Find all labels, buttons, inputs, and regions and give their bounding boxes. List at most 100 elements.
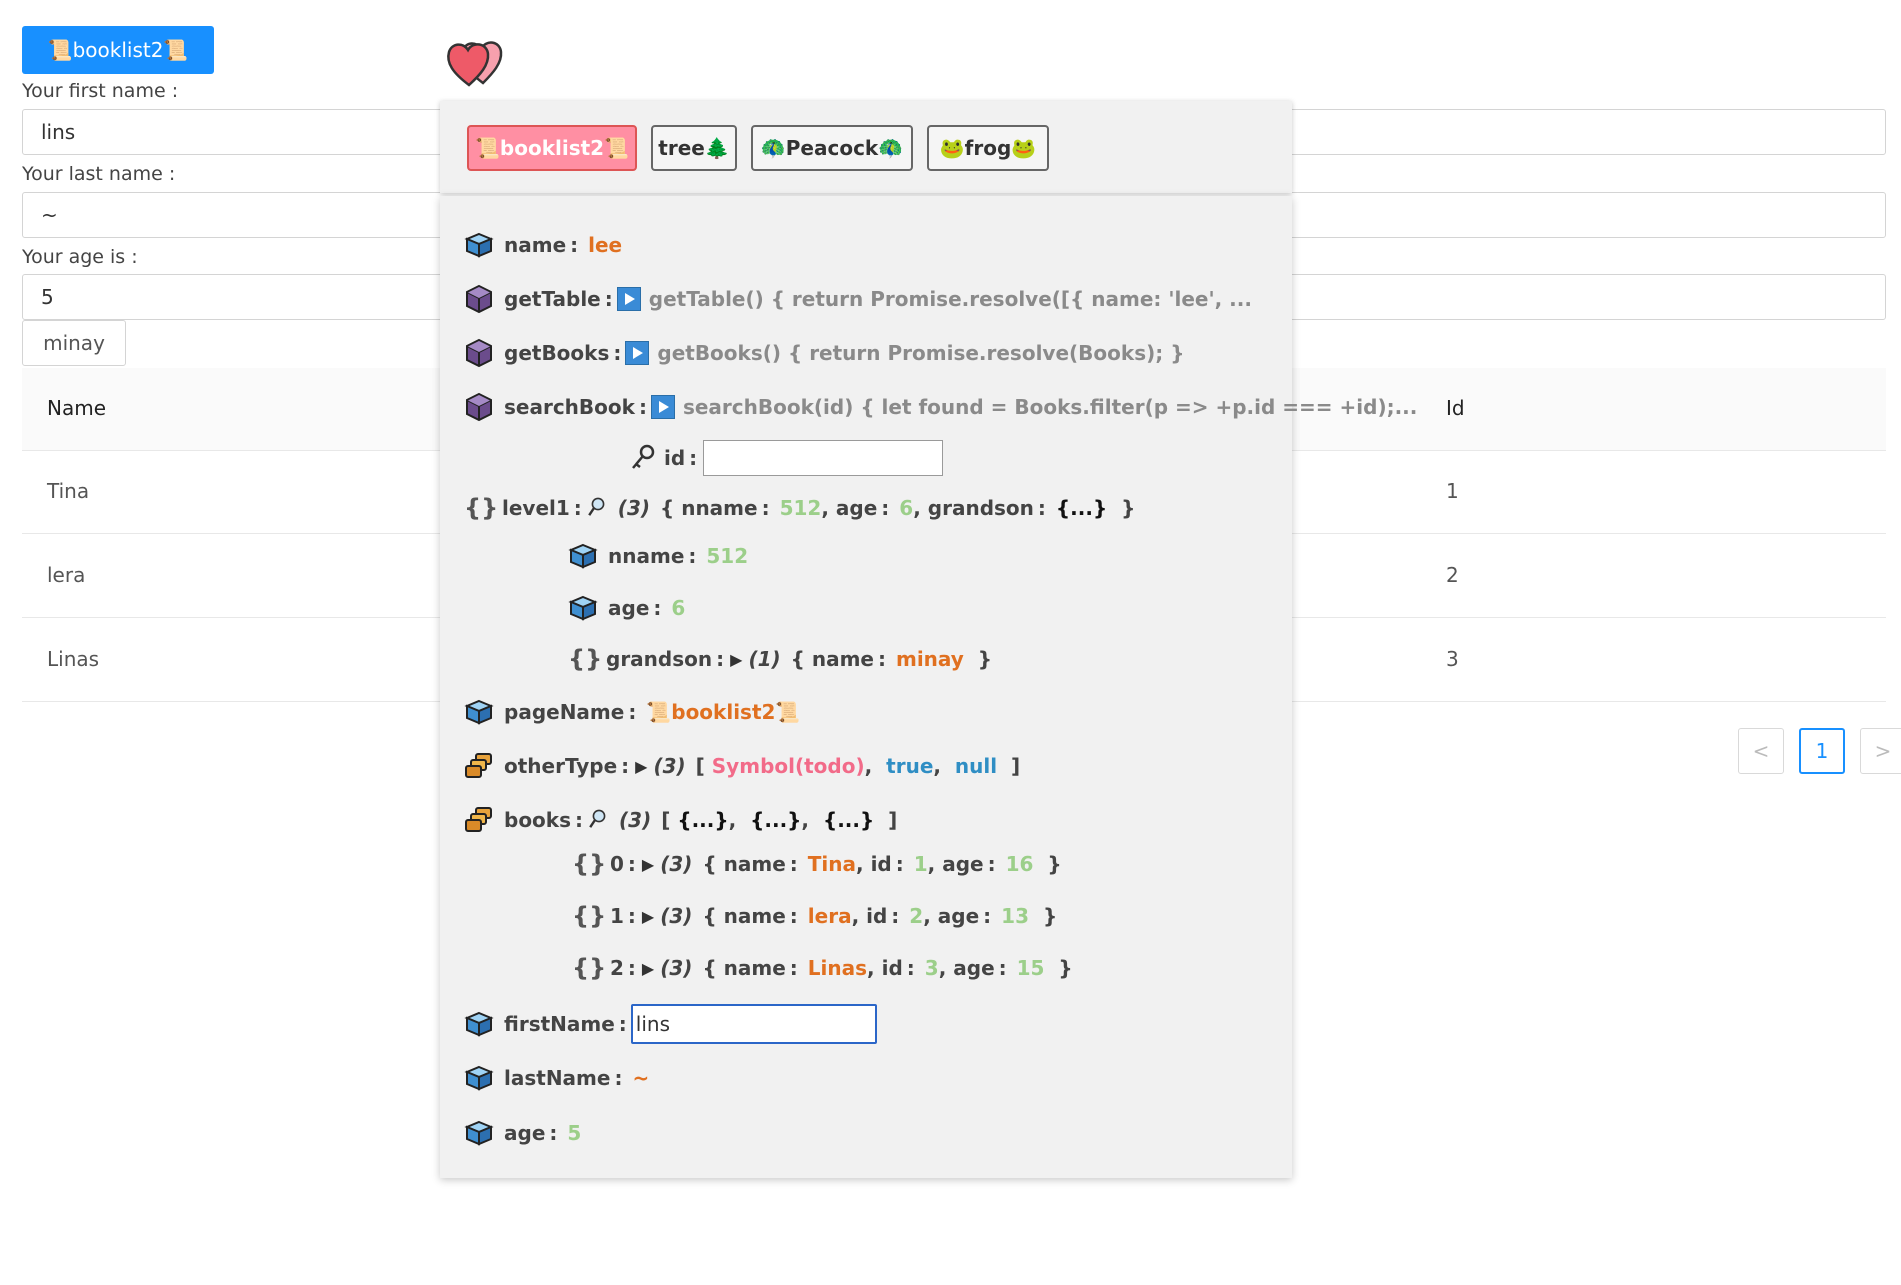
expand-arrow-icon[interactable]: ▶ <box>635 757 647 776</box>
object-braces-icon: {} <box>572 954 607 982</box>
state-key: otherType <box>504 754 618 778</box>
state-key: nname <box>608 544 685 568</box>
method-cube-icon <box>466 393 492 421</box>
preview-value: 16 <box>1005 852 1034 876</box>
tab-frog[interactable]: 🐸frog🐸 <box>927 125 1049 171</box>
pagination-next-button[interactable]: > <box>1860 728 1901 774</box>
state-row-grandson: {} grandson: ▶ (1) { name: minay } <box>568 645 993 673</box>
stack-icon <box>465 753 492 778</box>
minay-button[interactable]: minay <box>22 320 126 366</box>
panel-tab-bar: 📜booklist2📜 tree🌲 🦚Peacock🦚 🐸frog🐸 <box>440 101 1292 193</box>
book-index: 2 <box>610 956 624 980</box>
cell-name: Linas <box>47 647 100 671</box>
expand-arrow-icon[interactable]: ▶ <box>642 959 654 978</box>
preview-key: age <box>953 956 995 980</box>
preview-value: 13 <box>1001 904 1030 928</box>
magnifier-icon[interactable] <box>587 808 611 832</box>
object-braces-icon: {} <box>572 850 607 878</box>
preview-value: 6 <box>899 496 914 520</box>
preview-value: 512 <box>779 496 822 520</box>
preview-key: id <box>866 904 888 928</box>
state-key: level1 <box>502 496 570 520</box>
first-name-label: Your first name : <box>22 80 179 102</box>
cube-icon <box>466 700 492 724</box>
book-row: {} 0: ▶ (3) { name: Tina, id: 1, age: 16… <box>572 850 1062 878</box>
preview-key: name <box>723 904 786 928</box>
state-row-age: age: 5 <box>464 1118 581 1148</box>
cube-icon <box>466 1066 492 1090</box>
item-count: (3) <box>660 852 693 876</box>
param-label: id <box>664 446 686 470</box>
stack-icon <box>465 807 492 832</box>
state-inspector: name: lee getTable: getTable() { return … <box>440 196 1417 1178</box>
state-value: 📜booklist2📜 <box>646 700 801 724</box>
preview-value: {...} <box>750 808 802 832</box>
run-method-icon[interactable] <box>650 395 675 419</box>
state-row-searchbook: searchBook: searchBook(id) { let found =… <box>464 392 1417 422</box>
state-row-getbooks: getBooks: getBooks() { return Promise.re… <box>464 338 1184 368</box>
state-row-name: name: lee <box>464 230 622 260</box>
preview-key: nname <box>681 496 758 520</box>
state-row-level1-age: age: 6 <box>568 593 685 623</box>
state-key: lastName <box>504 1066 611 1090</box>
cell-name: lera <box>47 563 86 587</box>
expand-arrow-icon[interactable]: ▶ <box>642 907 654 926</box>
tab-peacock[interactable]: 🦚Peacock🦚 <box>751 125 913 171</box>
method-cube-icon <box>466 285 492 313</box>
function-source: getBooks() { return Promise.resolve(Book… <box>657 341 1185 365</box>
column-header-name: Name <box>47 396 107 420</box>
pagination-page-1[interactable]: 1 <box>1799 728 1845 774</box>
expand-arrow-icon[interactable]: ▶ <box>642 855 654 874</box>
run-method-icon[interactable] <box>625 341 650 365</box>
cube-icon <box>466 1121 492 1145</box>
state-key: name <box>504 233 567 257</box>
cube-icon <box>570 596 596 620</box>
preview-value: Symbol(todo) <box>711 754 865 778</box>
cell-name: Tina <box>47 479 90 503</box>
key-icon <box>631 444 655 470</box>
state-row-gettable: getTable: getTable() { return Promise.re… <box>464 284 1252 314</box>
state-row-nname: nname: 512 <box>568 541 748 571</box>
hearts-icon[interactable] <box>445 33 509 89</box>
state-row-firstname: firstName: lins <box>464 1004 877 1044</box>
state-value: 512 <box>706 544 749 568</box>
state-value: 6 <box>671 596 686 620</box>
id-param-input[interactable] <box>703 440 944 476</box>
state-value: ~ <box>632 1066 650 1090</box>
tab-tree[interactable]: tree🌲 <box>651 125 737 171</box>
first-name-edit-input[interactable]: lins <box>630 1004 877 1044</box>
run-method-icon[interactable] <box>616 287 641 311</box>
cube-icon <box>466 233 492 257</box>
cell-id: 3 <box>1446 647 1459 671</box>
booklist2-button[interactable]: 📜booklist2📜 <box>22 26 214 74</box>
cell-id: 2 <box>1446 563 1459 587</box>
state-key: getBooks <box>504 341 610 365</box>
expand-arrow-icon[interactable]: ▶ <box>730 650 742 669</box>
preview-key: name <box>723 956 786 980</box>
tab-booklist2[interactable]: 📜booklist2📜 <box>467 125 637 171</box>
item-count: (3) <box>660 956 693 980</box>
state-key: searchBook <box>504 395 635 419</box>
state-key: books <box>504 808 572 832</box>
preview-value: {...} <box>677 808 729 832</box>
preview-value: lera <box>807 904 852 928</box>
state-row-level1: {} level1: (3) { nname: 512, age: 6, gra… <box>464 494 1136 522</box>
magnifier-icon[interactable] <box>586 496 610 520</box>
cell-id: 1 <box>1446 479 1459 503</box>
pagination-prev-button[interactable]: < <box>1738 728 1784 774</box>
state-row-othertype: otherType: ▶ (3) [ Symbol(todo), true, n… <box>464 751 1020 781</box>
state-value: 5 <box>567 1121 582 1145</box>
age-label: Your age is : <box>22 246 138 268</box>
preview-value: minay <box>895 647 964 671</box>
param-row-id: id: <box>628 440 944 476</box>
preview-key: age <box>937 904 980 928</box>
preview-key: age <box>942 852 984 876</box>
preview-value: 15 <box>1016 956 1045 980</box>
preview-value: 3 <box>924 956 939 980</box>
preview-value: 1 <box>913 852 928 876</box>
method-cube-icon <box>466 339 492 367</box>
object-braces-icon: {} <box>572 902 607 930</box>
state-key: pageName <box>504 700 625 724</box>
object-braces-icon: {} <box>464 494 499 522</box>
cube-icon <box>570 544 596 568</box>
